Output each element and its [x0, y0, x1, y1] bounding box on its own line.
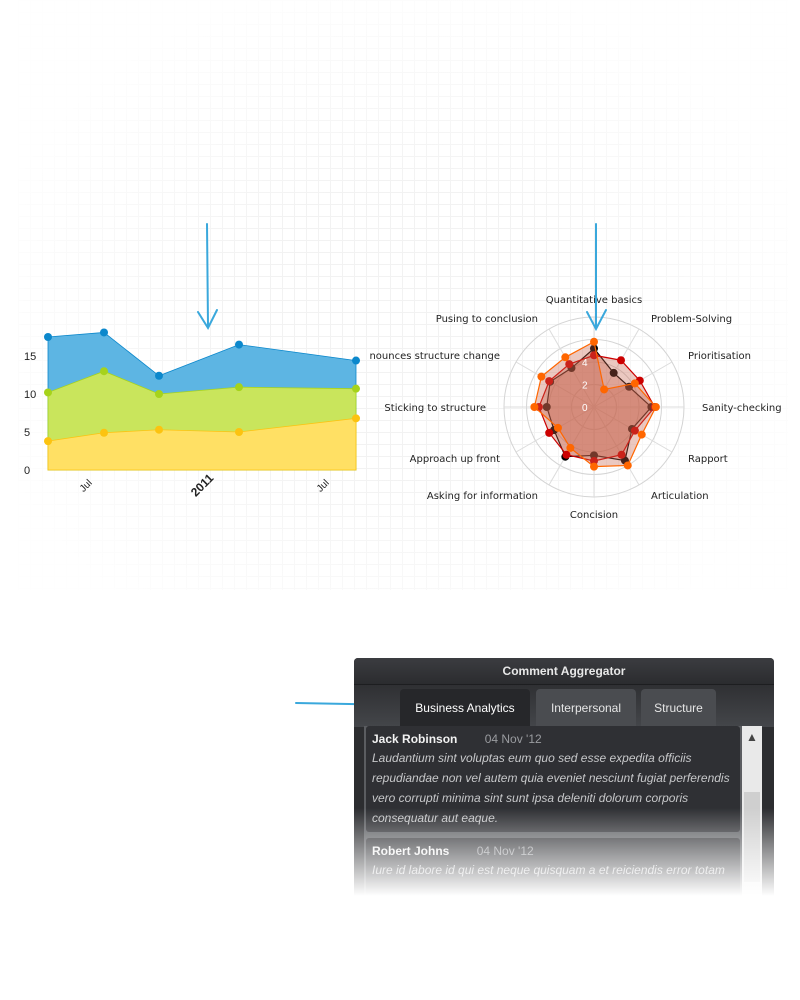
- scroll-thumb[interactable]: [744, 792, 760, 882]
- tab-business-analytics[interactable]: Business Analytics: [400, 689, 530, 727]
- arrow-down-icon: [586, 223, 607, 332]
- list-item: Jack Robinson 04 Nov '12 Laudantium sint…: [366, 726, 740, 832]
- scroll-up-icon[interactable]: ▲: [742, 726, 762, 748]
- scrollbar[interactable]: ▲: [742, 726, 762, 918]
- comment-text: Iure id labore id qui est neque quisquam…: [372, 863, 725, 877]
- tab-structure[interactable]: Structure: [641, 689, 716, 727]
- list-item: Robert Johns 04 Nov '12 Iure id labore i…: [366, 838, 740, 918]
- comment-author: Jack Robinson: [372, 732, 458, 746]
- tab-bar: Business Analytics Interpersonal Structu…: [354, 685, 774, 727]
- comment-date: 04 Nov '12: [476, 844, 534, 858]
- comment-date: 04 Nov '12: [484, 732, 542, 746]
- tab-interpersonal[interactable]: Interpersonal: [536, 689, 636, 727]
- comment-list[interactable]: Jack Robinson 04 Nov '12 Laudantium sint…: [364, 726, 762, 918]
- arrow-down-icon: [197, 223, 218, 331]
- widget-title: Comment Aggregator: [354, 658, 774, 685]
- comment-author: Robert Johns: [372, 844, 450, 858]
- comment-aggregator-widget: Comment Aggregator Business Analytics In…: [354, 658, 774, 918]
- comment-text: Laudantium sint voluptas eum quo sed ess…: [372, 751, 730, 825]
